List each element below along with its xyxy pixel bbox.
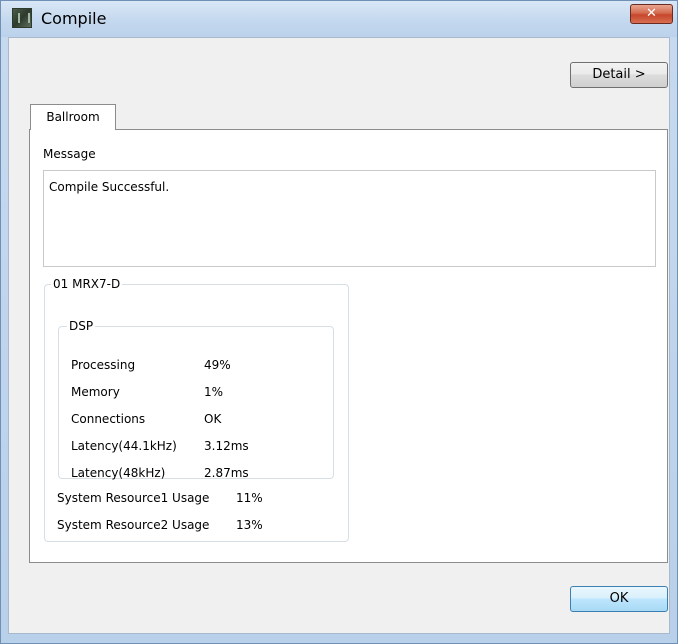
dsp-latency-44k-label: Latency(44.1kHz): [71, 439, 177, 453]
dsp-label: DSP: [69, 319, 94, 333]
title-bar[interactable]: Compile ✕: [1, 1, 677, 37]
device-group: 01 MRX7-D DSP Processing 49% Memory 1% C…: [44, 277, 349, 542]
system-resource2-label: System Resource2 Usage: [57, 518, 210, 532]
tab-panel: Message Compile Successful. 01 MRX7-D DS…: [29, 129, 668, 563]
detail-button[interactable]: Detail >: [570, 62, 668, 88]
tab-ballroom[interactable]: Ballroom: [30, 104, 116, 130]
system-resource1-value: 11%: [236, 491, 263, 505]
dsp-connections-value: OK: [204, 412, 222, 426]
app-icon: [12, 8, 32, 28]
ok-button[interactable]: OK: [570, 586, 668, 612]
system-resource1-label: System Resource1 Usage: [57, 491, 210, 505]
dsp-group: DSP Processing 49% Memory 1% Connections…: [58, 319, 334, 480]
dialog-body: Detail > Ballroom Message Compile Succes…: [8, 37, 670, 634]
dsp-processing-value: 49%: [204, 358, 231, 372]
close-button[interactable]: ✕: [630, 4, 673, 24]
message-label: Message: [43, 147, 96, 161]
dsp-latency-44k-value: 3.12ms: [204, 439, 249, 453]
dsp-latency-48k-value: 2.87ms: [204, 466, 249, 480]
dsp-memory-value: 1%: [204, 385, 224, 399]
dsp-memory-label: Memory: [71, 385, 120, 399]
dsp-connections-label: Connections: [71, 412, 146, 426]
system-resource2-value: 13%: [236, 518, 263, 532]
message-text: Compile Successful.: [49, 180, 170, 194]
dsp-latency-48k-label: Latency(48kHz): [71, 466, 166, 480]
message-box[interactable]: Compile Successful.: [43, 170, 656, 267]
window-title: Compile: [41, 9, 107, 28]
dsp-processing-label: Processing: [71, 358, 136, 372]
device-name: 01 MRX7-D: [53, 277, 121, 291]
compile-dialog: Compile ✕ Detail > Ballroom Message Comp…: [0, 0, 678, 644]
